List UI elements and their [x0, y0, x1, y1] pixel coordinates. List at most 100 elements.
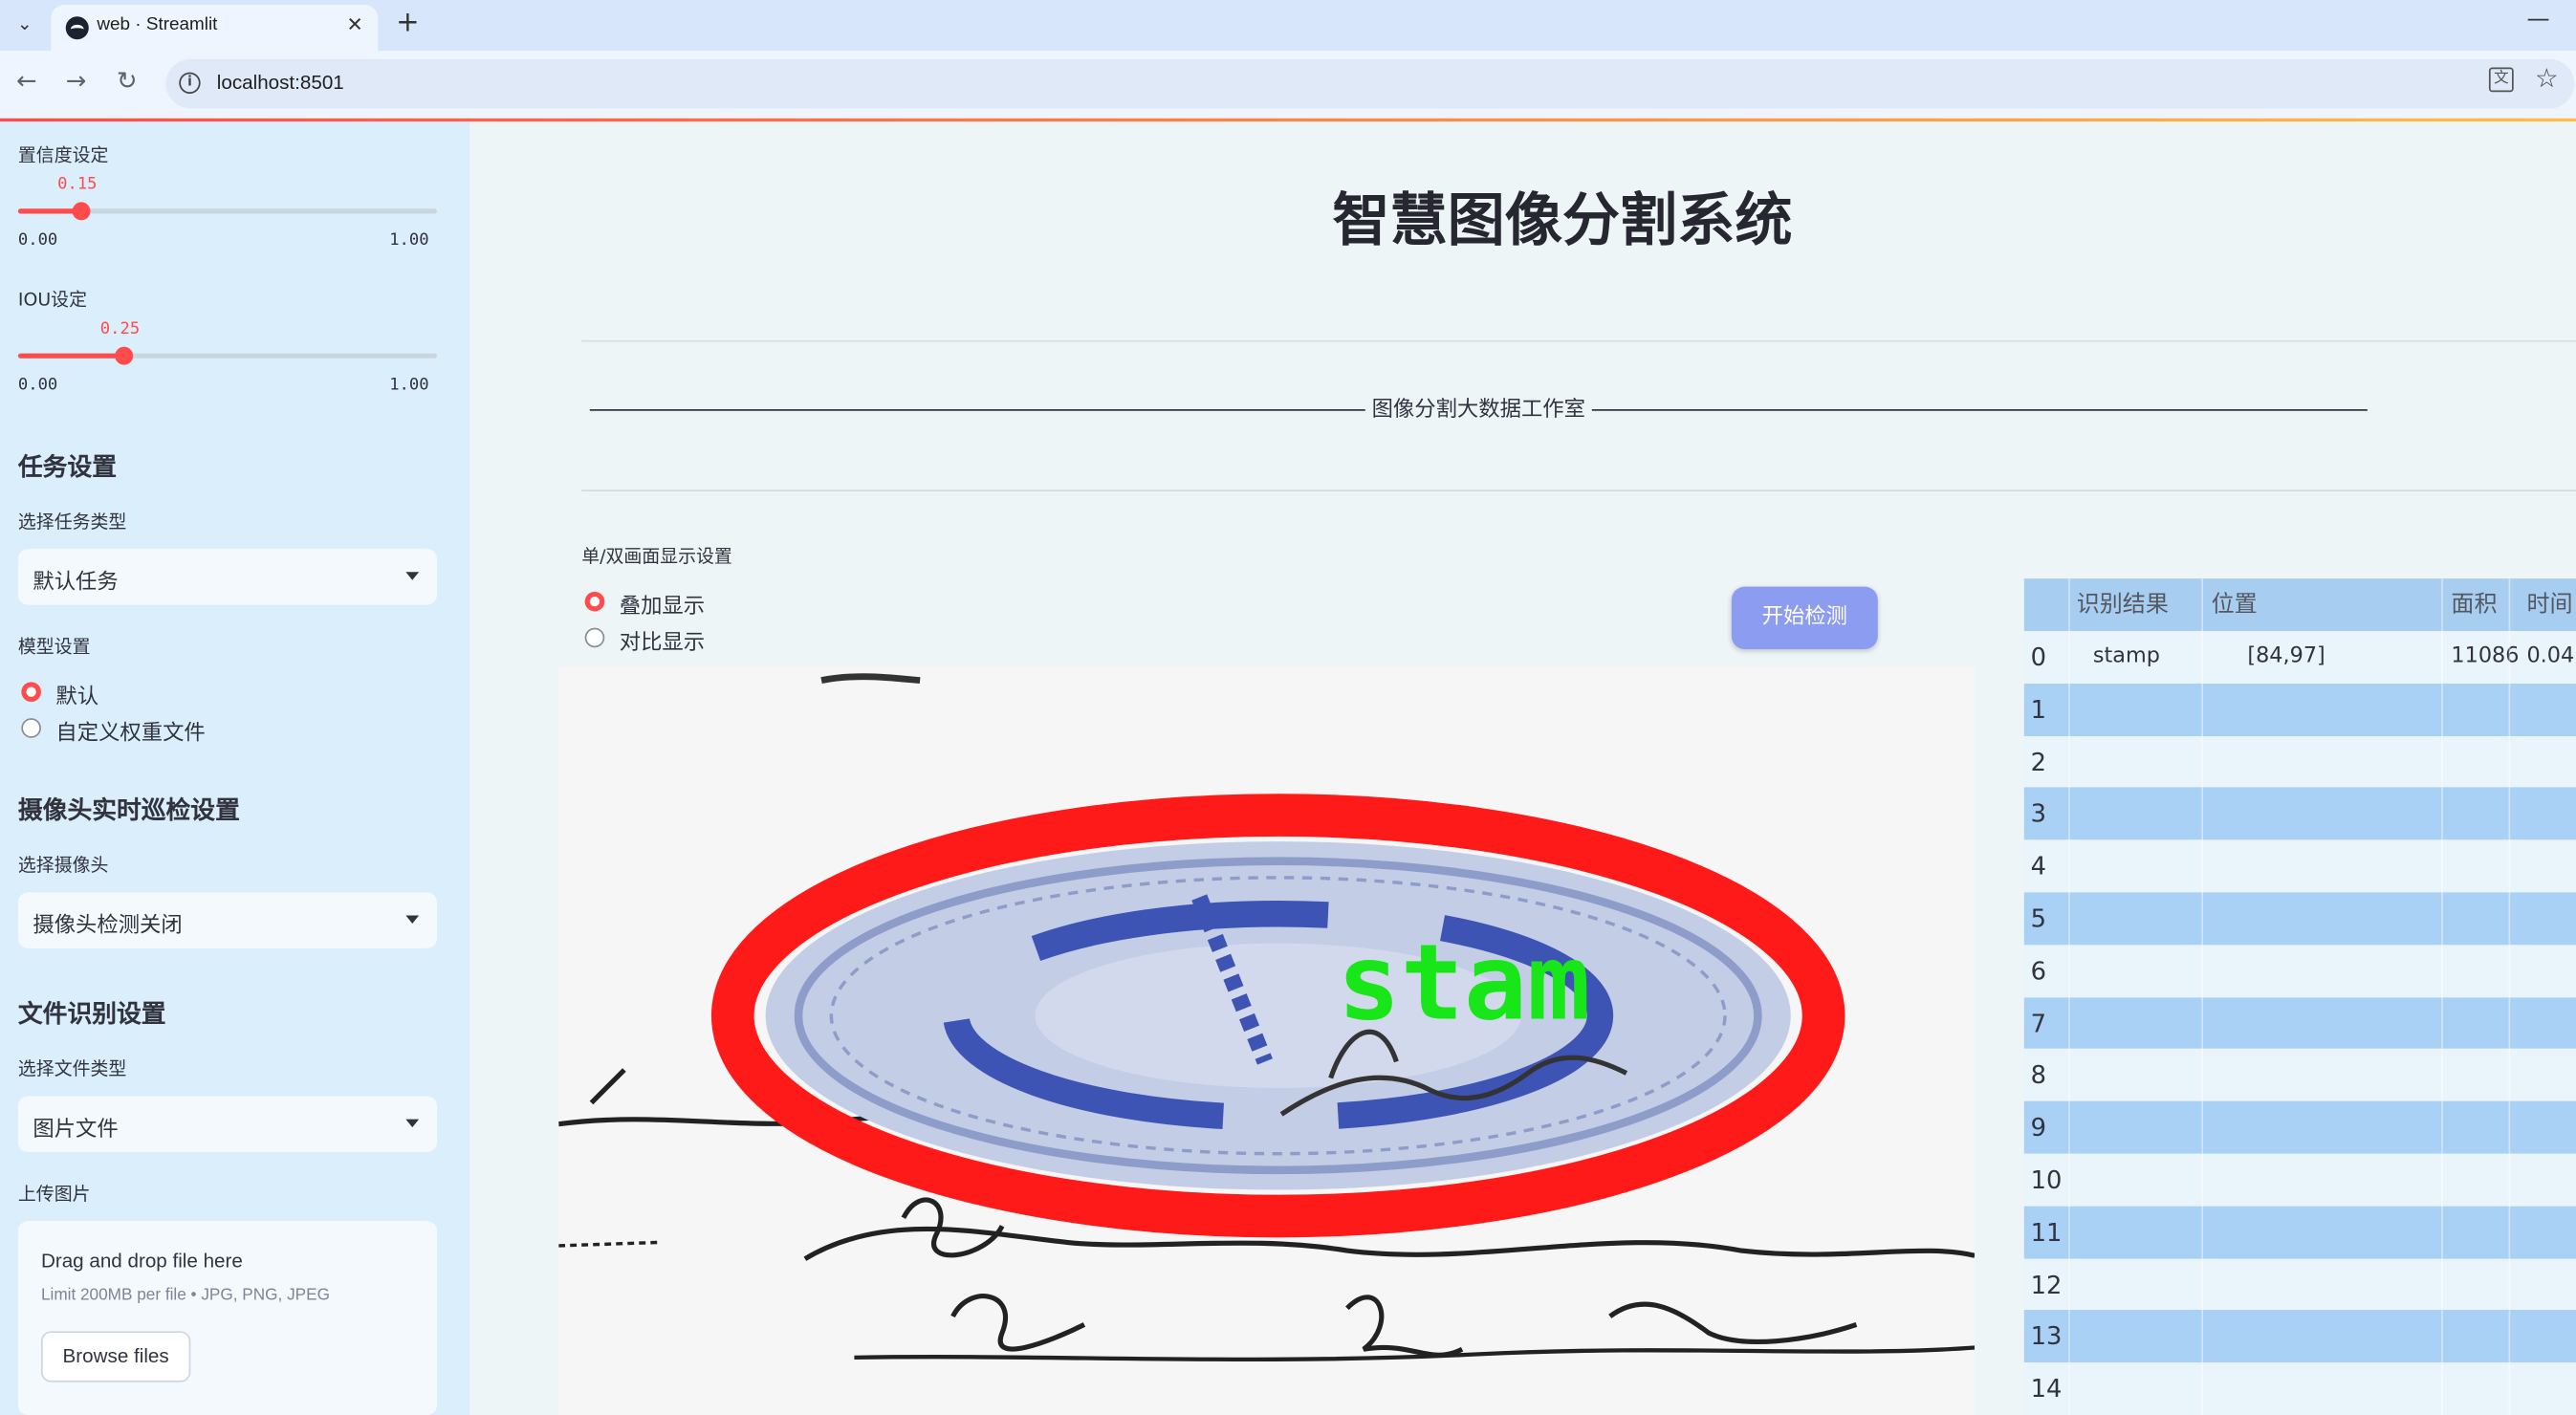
display-mode-label: 单/双画面显示设置: [581, 545, 732, 568]
subtitle: 图像分割大数据工作室: [1371, 397, 1585, 423]
table-header-row[interactable]: 识别结果 位置 面积 时间: [2023, 578, 2576, 632]
iou-min: 0.00: [17, 376, 58, 395]
file-type-label: 选择文件类型: [17, 1057, 127, 1080]
url-omnibox[interactable]: i localhost:8501 文 ☆: [165, 58, 2575, 109]
browser-address-bar: ← → ↻ i localhost:8501 文 ☆: [0, 51, 2576, 119]
table-cell: 12: [2030, 1270, 2063, 1299]
file-type-value: 图片文件: [33, 1117, 119, 1143]
table-cell: 3: [2030, 799, 2046, 830]
table-cell: [84,97]: [2247, 643, 2325, 669]
table-row[interactable]: 0 stamp [84,97] 11086 0.04: [2023, 631, 2576, 685]
upload-label: 上传图片: [17, 1183, 91, 1205]
divider: [581, 490, 2576, 491]
table-header-cell: 位置: [2211, 591, 2258, 619]
task-settings-header: 任务设置: [17, 451, 118, 482]
iou-slider[interactable]: [17, 346, 438, 365]
chevron-down-icon: [405, 572, 420, 580]
confidence-value: 0.15: [57, 175, 98, 194]
sidebar: 置信度设定 0.15 0.00 1.00 IOU设定 0.25 0.00 1.0…: [0, 121, 470, 1415]
table-row[interactable]: 6: [2023, 945, 2576, 998]
table-row[interactable]: 1: [2023, 683, 2576, 736]
table-row[interactable]: 5: [2023, 892, 2576, 946]
table-row[interactable]: 9: [2023, 1101, 2576, 1155]
confidence-label: 置信度设定: [17, 144, 109, 166]
streamlit-favicon-icon: [65, 16, 89, 40]
url-text[interactable]: localhost:8501: [217, 71, 344, 94]
forward-arrow-icon[interactable]: →: [66, 66, 87, 96]
back-arrow-icon[interactable]: ←: [16, 66, 37, 96]
confidence-slider-fill: [17, 208, 81, 214]
table-row[interactable]: 13: [2023, 1310, 2576, 1363]
camera-select[interactable]: 摄像头检测关闭: [17, 892, 438, 948]
chevron-down-icon: [405, 1119, 420, 1128]
start-detection-button[interactable]: 开始检测: [1731, 586, 1878, 649]
iou-slider-fill: [17, 353, 123, 359]
table-row[interactable]: 3: [2023, 788, 2576, 841]
table-cell: 0: [2030, 642, 2046, 673]
table-row[interactable]: 4: [2023, 839, 2576, 893]
table-row[interactable]: 7: [2023, 996, 2576, 1050]
confidence-slider-thumb[interactable]: [73, 202, 91, 221]
table-row[interactable]: 8: [2023, 1049, 2576, 1102]
browser-tab[interactable]: web · Streamlit ✕: [51, 5, 379, 52]
model-option-label: 默认: [55, 685, 99, 710]
table-cell: 2: [2030, 747, 2046, 777]
radio-selected-icon[interactable]: [584, 591, 605, 612]
file-dropzone[interactable]: Drag and drop file here Limit 200MB per …: [17, 1221, 438, 1415]
confidence-slider[interactable]: [17, 202, 438, 221]
translate-icon[interactable]: 文: [2488, 67, 2514, 93]
display-option-label: 对比显示: [619, 631, 706, 656]
table-cell: 13: [2030, 1321, 2063, 1352]
model-option-label: 自定义权重文件: [55, 721, 206, 747]
table-cell: 5: [2030, 903, 2046, 934]
display-option-label: 叠加显示: [619, 595, 706, 620]
column-divider: [2201, 578, 2203, 1415]
table-cell: 0.04: [2526, 643, 2575, 669]
table-cell: stamp: [2092, 643, 2160, 669]
browse-files-button[interactable]: Browse files: [40, 1331, 191, 1382]
camera-settings-header: 摄像头实时巡检设置: [17, 795, 240, 825]
table-cell: 10: [2030, 1165, 2063, 1195]
chevron-down-icon: [405, 915, 420, 925]
table-header-cell: 面积: [2451, 591, 2498, 619]
table-row[interactable]: 2: [2023, 735, 2576, 789]
table-cell: 7: [2030, 1008, 2046, 1038]
table-cell: 11: [2030, 1217, 2063, 1248]
results-table[interactable]: 识别结果 位置 面积 时间 0 stamp [84,97] 11086 0.04 1 2 3 4 5 6 7 8…: [2023, 578, 2576, 1415]
table-header-cell: 时间: [2526, 591, 2573, 619]
file-type-select[interactable]: 图片文件: [17, 1096, 438, 1152]
iou-label: IOU设定: [17, 289, 88, 311]
table-row[interactable]: 10: [2023, 1153, 2576, 1207]
main-content: 智慧图像分割系统 图像分割大数据工作室 单/双画面显示设置 叠加显示 对比显示 …: [469, 121, 2576, 1415]
task-type-value: 默认任务: [33, 570, 119, 596]
model-settings-label: 模型设置: [17, 636, 91, 658]
iou-slider-thumb[interactable]: [114, 346, 133, 365]
bookmark-star-icon[interactable]: ☆: [2535, 62, 2559, 94]
dash-decoration: [1592, 409, 2369, 411]
file-settings-header: 文件识别设置: [17, 999, 166, 1030]
site-info-icon[interactable]: i: [179, 72, 201, 94]
table-row[interactable]: 11: [2023, 1206, 2576, 1259]
task-type-label: 选择任务类型: [17, 511, 127, 533]
radio-unselected-icon[interactable]: [584, 627, 605, 648]
camera-select-value: 摄像头检测关闭: [33, 913, 183, 939]
confidence-min: 0.00: [17, 231, 58, 250]
tab-search-icon[interactable]: ⌄: [10, 10, 39, 39]
column-divider: [2441, 578, 2443, 1415]
radio-unselected-icon[interactable]: [21, 718, 41, 738]
tab-close-icon[interactable]: ✕: [347, 13, 363, 36]
iou-value: 0.25: [99, 320, 141, 339]
new-tab-icon[interactable]: +: [396, 7, 419, 39]
dropzone-title: Drag and drop file here: [40, 1249, 243, 1273]
segmentation-result-image: stam: [558, 666, 1976, 1415]
task-type-select[interactable]: 默认任务: [17, 549, 438, 605]
radio-selected-icon[interactable]: [21, 682, 41, 702]
table-row[interactable]: 14: [2023, 1362, 2576, 1415]
table-cell: 4: [2030, 851, 2046, 882]
table-cell: 9: [2030, 1113, 2046, 1143]
window-minimize-icon[interactable]: —: [2526, 7, 2549, 33]
column-divider: [2508, 578, 2511, 1415]
reload-icon[interactable]: ↻: [117, 66, 138, 96]
detection-label: stam: [1338, 922, 1591, 1044]
table-row[interactable]: 12: [2023, 1258, 2576, 1312]
